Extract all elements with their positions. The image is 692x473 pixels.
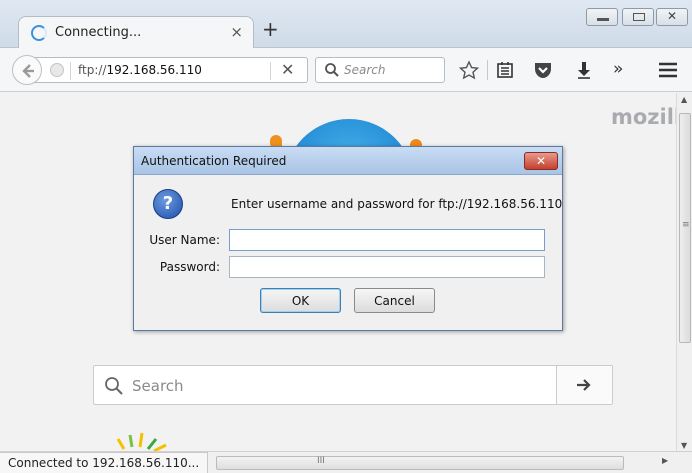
- password-field[interactable]: [229, 256, 545, 278]
- active-tab[interactable]: Connecting... ×: [18, 16, 254, 48]
- vertical-scrollbar[interactable]: ▲ ≡ ▼: [676, 93, 692, 455]
- close-window-button[interactable]: ✕: [656, 8, 688, 26]
- close-icon: ✕: [667, 9, 678, 23]
- search-placeholder: Search: [344, 63, 386, 77]
- maximize-icon: [633, 13, 645, 21]
- maximize-window-button[interactable]: [622, 8, 654, 26]
- scroll-right-arrow[interactable]: ▶: [662, 456, 668, 465]
- status-bar: Connected to 192.168.56.110... III ▶: [0, 451, 692, 473]
- ok-button[interactable]: OK: [260, 288, 341, 313]
- scroll-down-arrow[interactable]: ▼: [681, 441, 687, 450]
- arrow-right-icon: [577, 379, 591, 391]
- overflow-icon[interactable]: »: [613, 60, 635, 80]
- url-divider-2: [270, 62, 271, 80]
- dialog-message: Enter username and password for ftp://19…: [231, 197, 563, 211]
- minimize-icon: [597, 18, 609, 21]
- back-arrow-icon: [22, 64, 34, 78]
- page-search-go-button[interactable]: [556, 366, 612, 404]
- horizontal-scrollbar[interactable]: III: [216, 456, 624, 470]
- download-icon[interactable]: [573, 60, 595, 80]
- dialog-titlebar[interactable]: Authentication Required ✕: [134, 147, 562, 175]
- url-divider: [70, 62, 71, 80]
- toolbar-divider: [487, 60, 488, 80]
- stop-button[interactable]: ✕: [281, 60, 294, 79]
- pocket-icon[interactable]: [532, 60, 554, 80]
- url-bar[interactable]: ftp://192.168.56.110 ✕: [30, 57, 308, 83]
- scroll-up-arrow[interactable]: ▲: [681, 95, 687, 104]
- mozilla-wordmark: mozilla: [611, 105, 676, 129]
- minimize-window-button[interactable]: [586, 8, 618, 26]
- scroll-grip-icon: ≡: [682, 220, 690, 230]
- search-bar[interactable]: Search: [315, 57, 445, 83]
- globe-icon: [50, 63, 64, 77]
- help-icon: ?: [153, 189, 183, 219]
- url-text[interactable]: ftp://192.168.56.110: [78, 63, 202, 77]
- url-scheme: ftp://: [78, 63, 107, 77]
- status-text: Connected to 192.168.56.110...: [0, 452, 209, 473]
- scroll-grip-icon: III: [317, 456, 325, 466]
- cancel-button[interactable]: Cancel: [354, 288, 435, 313]
- tab-strip: Connecting... × + ✕: [0, 0, 692, 48]
- hamburger-menu-icon[interactable]: [657, 60, 679, 80]
- url-host: 192.168.56.110: [106, 63, 202, 77]
- dialog-title: Authentication Required: [141, 154, 287, 168]
- tab-title: Connecting...: [55, 25, 142, 40]
- dialog-close-button[interactable]: ✕: [524, 152, 558, 170]
- authentication-dialog: Authentication Required ✕ ? Enter userna…: [133, 146, 563, 331]
- page-search-placeholder: Search: [132, 377, 184, 395]
- back-button[interactable]: [12, 55, 42, 85]
- search-icon: [325, 63, 339, 77]
- reading-list-icon[interactable]: [494, 60, 516, 80]
- page-search-box[interactable]: Search: [93, 365, 613, 405]
- star-icon[interactable]: [458, 60, 480, 80]
- loading-spinner-icon: [31, 25, 47, 41]
- username-field[interactable]: [229, 229, 545, 251]
- navigation-toolbar: ftp://192.168.56.110 ✕ Search »: [0, 48, 692, 92]
- vertical-scroll-thumb[interactable]: ≡: [679, 113, 691, 343]
- username-label: User Name:: [149, 233, 220, 247]
- tab-close-button[interactable]: ×: [230, 23, 243, 41]
- search-icon: [105, 377, 123, 395]
- new-tab-button[interactable]: +: [262, 19, 279, 39]
- password-label: Password:: [159, 260, 220, 274]
- snippet-icon: [116, 432, 167, 451]
